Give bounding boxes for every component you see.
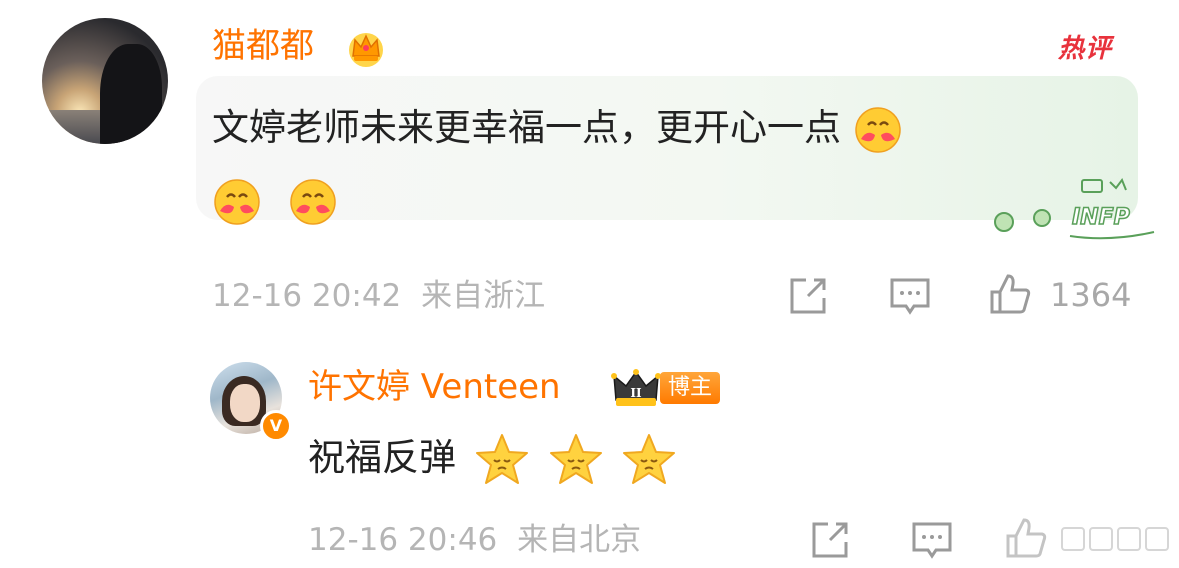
share-icon[interactable] [808, 518, 852, 562]
star-emoji-icon [549, 433, 602, 484]
reply-timestamp: 12-16 20:46 [308, 522, 498, 558]
crown-icon [349, 33, 383, 67]
hug-emoji-icon [290, 178, 336, 225]
comment-text: 文婷老师未来更幸福一点，更开心一点 [212, 106, 841, 149]
crown-level-text: II [630, 386, 642, 400]
comment-content: 文婷老师未来更幸福一点，更开心一点 [212, 92, 1112, 236]
blogger-username[interactable]: 许文婷 Venteen [308, 364, 561, 410]
reply-content: 祝福反弹 [308, 430, 677, 488]
commenter-username[interactable]: 猫都都 [212, 24, 314, 68]
comment-location: 来自浙江 [421, 278, 546, 314]
infp-decoration-icon: INFP [994, 177, 1155, 240]
like-icon[interactable] [988, 272, 1032, 316]
hug-emoji-icon [214, 178, 260, 225]
hot-comment-badge: 热评 [1058, 34, 1113, 64]
comment-icon[interactable] [888, 274, 932, 318]
verified-badge: V [260, 410, 292, 442]
comment-timestamp: 12-16 20:42 [212, 278, 402, 314]
comment-time: 12-16 20:42 来自浙江 [212, 276, 545, 316]
reply-location: 来自北京 [517, 522, 642, 558]
watermark-icon [1061, 527, 1169, 551]
star-emoji-icon [475, 433, 528, 484]
blogger-tag: 博主 [660, 372, 721, 404]
infp-badge-text: INFP [1072, 205, 1130, 230]
watermark-overlay [1060, 524, 1170, 554]
like-icon[interactable] [1004, 516, 1048, 560]
commenter-avatar[interactable] [42, 18, 168, 144]
like-count: 1364 [1050, 276, 1132, 314]
reply-time: 12-16 20:46 来自北京 [308, 520, 641, 560]
share-icon[interactable] [786, 274, 830, 318]
crown-level-icon: II [611, 369, 661, 406]
reply-text: 祝福反弹 [308, 436, 456, 479]
star-emoji-icon [623, 433, 676, 484]
comment-icon[interactable] [910, 518, 954, 562]
hug-emoji-icon [855, 106, 901, 153]
